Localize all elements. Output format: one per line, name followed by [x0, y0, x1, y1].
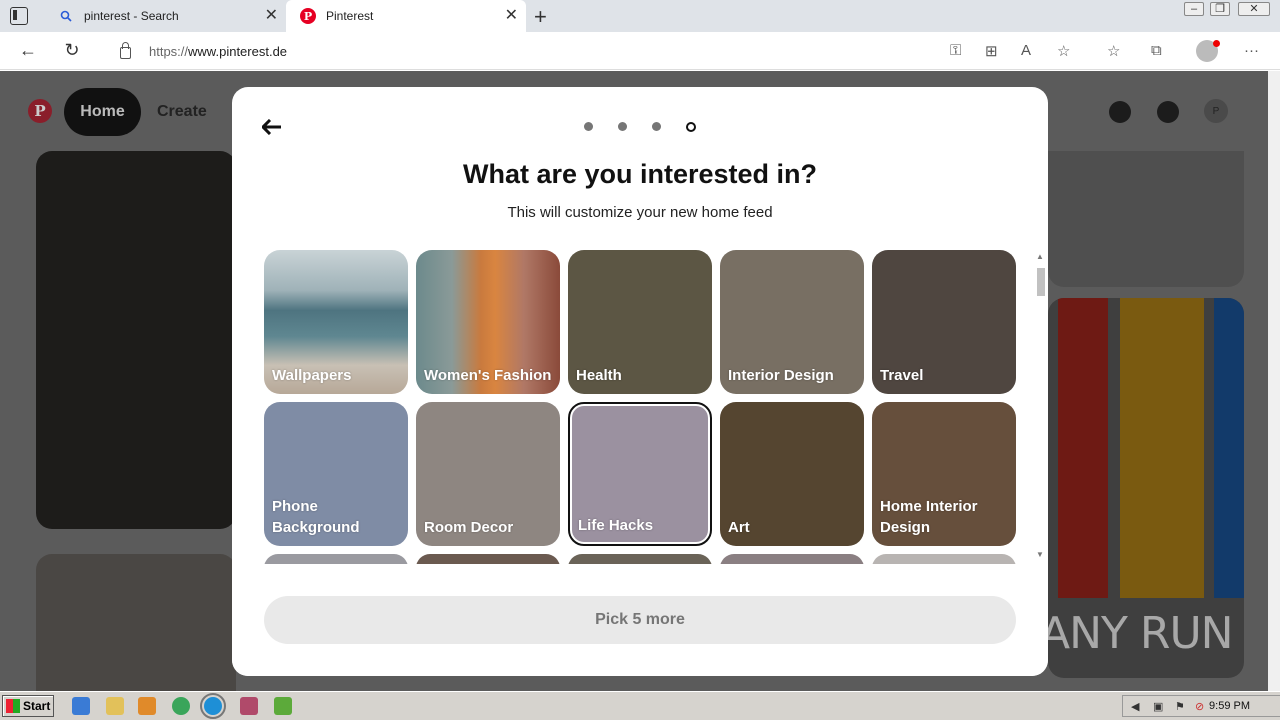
interests-modal: What are you interested in? This will cu…: [232, 87, 1048, 676]
topics-grid: Wallpapers Women's Fashion Health Interi…: [264, 250, 1034, 564]
topic-label: Art: [728, 519, 750, 536]
tab-pinterest[interactable]: P Pinterest ✕: [286, 0, 526, 32]
url-text: https://www.pinterest.de: [149, 43, 288, 59]
tab-bar: pinterest - Search ✕ P Pinterest ✕ + – ❐…: [0, 0, 1280, 32]
address-bar-row: ← ↻ https://www.pinterest.de ⚿ ⊞ A ☆ ☆ ⧉…: [0, 32, 1280, 70]
refresh-icon[interactable]: ↻: [60, 40, 84, 61]
pin-image[interactable]: [36, 151, 236, 529]
profile-avatar[interactable]: [1196, 40, 1220, 62]
tab-title: Pinterest: [326, 9, 374, 23]
modal-footer: Pick 5 more: [232, 564, 1048, 676]
topic-label: Life Hacks: [578, 517, 654, 534]
topic-label: Wallpapers: [272, 367, 352, 384]
page-scrollbar[interactable]: [1268, 71, 1280, 691]
system-tray: ◀ ▣ ⚑ ⊘ 9:59 PM: [1122, 695, 1280, 717]
topic-card-interior-design[interactable]: Interior Design: [720, 250, 864, 394]
topic-card-room-decor[interactable]: Room Decor: [416, 402, 560, 546]
anyrun-watermark: ANY RUN: [1040, 608, 1234, 659]
pin-image[interactable]: [36, 554, 236, 691]
flag-icon[interactable]: ⚑: [1175, 700, 1189, 714]
security-icon[interactable]: ⊘: [1195, 700, 1209, 714]
step-dot-active: [686, 121, 696, 132]
step-indicator: [584, 121, 696, 132]
nav-home[interactable]: Home: [64, 88, 141, 136]
scroll-thumb[interactable]: [1037, 268, 1045, 296]
back-icon[interactable]: ←: [16, 40, 40, 61]
scroll-down-icon[interactable]: ▼: [1036, 550, 1044, 559]
topic-label: Home Interior Design: [880, 498, 978, 536]
topic-card[interactable]: [568, 554, 712, 564]
restore-icon[interactable]: ❐: [1210, 2, 1230, 16]
pin-image[interactable]: [1048, 151, 1244, 287]
topic-card-art[interactable]: Art: [720, 402, 864, 546]
topic-card[interactable]: [872, 554, 1016, 564]
pick-more-button[interactable]: Pick 5 more: [264, 596, 1016, 644]
modal-title: What are you interested in?: [462, 159, 818, 189]
folder-icon[interactable]: [106, 697, 124, 715]
url-field[interactable]: https://www.pinterest.de: [100, 36, 1088, 66]
read-aloud-icon[interactable]: A: [1021, 42, 1031, 59]
close-tab-icon[interactable]: ✕: [265, 8, 278, 24]
topic-card-phone-background[interactable]: Phone Background: [264, 402, 408, 546]
topics-grid-viewport: Wallpapers Women's Fashion Health Interi…: [264, 250, 1034, 564]
collections-icon[interactable]: ⧉: [1151, 42, 1162, 59]
minimize-icon[interactable]: –: [1184, 2, 1204, 16]
notifications-icon[interactable]: [1109, 101, 1131, 123]
step-dot: [584, 122, 593, 131]
topics-scrollbar[interactable]: ▲ ▼: [1034, 250, 1046, 564]
start-button[interactable]: Start: [2, 695, 54, 717]
ie-icon[interactable]: [72, 697, 90, 715]
topic-card-wallpapers[interactable]: Wallpapers: [264, 250, 408, 394]
topic-card[interactable]: [416, 554, 560, 564]
scroll-up-icon[interactable]: ▲: [1036, 252, 1044, 261]
step-dot: [618, 122, 627, 131]
new-tab-button[interactable]: +: [534, 4, 547, 30]
nav-create[interactable]: Create: [157, 103, 207, 121]
pinterest-icon: P: [300, 8, 316, 24]
media-player-icon[interactable]: [138, 697, 156, 715]
topic-card-health[interactable]: Health: [568, 250, 712, 394]
network-icon[interactable]: ▣: [1153, 700, 1167, 714]
topic-card-womens-fashion[interactable]: Women's Fashion: [416, 250, 560, 394]
close-window-icon[interactable]: ✕: [1238, 2, 1270, 16]
topic-label: Health: [576, 367, 622, 384]
topic-card[interactable]: [264, 554, 408, 564]
back-arrow-icon[interactable]: [261, 115, 282, 141]
more-icon[interactable]: ···: [1244, 42, 1259, 59]
windows-logo-icon: [6, 699, 20, 713]
archive-icon[interactable]: [240, 697, 258, 715]
favorites-icon[interactable]: ☆: [1107, 42, 1120, 60]
step-dot: [652, 122, 661, 131]
volume-icon[interactable]: ◀: [1131, 700, 1145, 714]
tab-title: pinterest - Search: [84, 9, 179, 23]
topic-label: Travel: [880, 367, 924, 384]
topic-label: Room Decor: [424, 519, 514, 536]
app-icon[interactable]: [274, 697, 292, 715]
close-tab-icon[interactable]: ✕: [505, 8, 518, 24]
topic-label: Women's Fashion: [424, 367, 552, 384]
chrome-icon[interactable]: [172, 697, 190, 715]
topic-card-life-hacks[interactable]: Life Hacks: [568, 402, 712, 546]
add-favorite-icon[interactable]: ☆: [1057, 42, 1070, 60]
pinterest-logo-icon[interactable]: P: [28, 99, 52, 123]
topic-card-home-interior-design[interactable]: Home Interior Design: [872, 402, 1016, 546]
messages-icon[interactable]: [1157, 101, 1179, 123]
tab-actions-icon[interactable]: [10, 7, 28, 25]
lock-icon: [120, 42, 131, 59]
topic-card[interactable]: [720, 554, 864, 564]
topic-label: Interior Design: [728, 367, 834, 384]
taskbar: Start ◀ ▣ ⚑ ⊘ 9:59 PM: [0, 691, 1280, 720]
topic-label: Phone Background: [272, 498, 360, 536]
search-icon: [58, 8, 74, 24]
edge-icon[interactable]: [200, 693, 226, 719]
key-icon[interactable]: ⚿: [950, 42, 961, 59]
tab-pinterest-search[interactable]: pinterest - Search ✕: [44, 0, 286, 32]
apps-icon[interactable]: ⊞: [985, 42, 998, 60]
clock: 9:59 PM: [1209, 700, 1250, 712]
profile-avatar[interactable]: P: [1204, 99, 1228, 123]
topic-card-travel[interactable]: Travel: [872, 250, 1016, 394]
modal-subtitle: This will customize your new home feed: [507, 204, 773, 221]
